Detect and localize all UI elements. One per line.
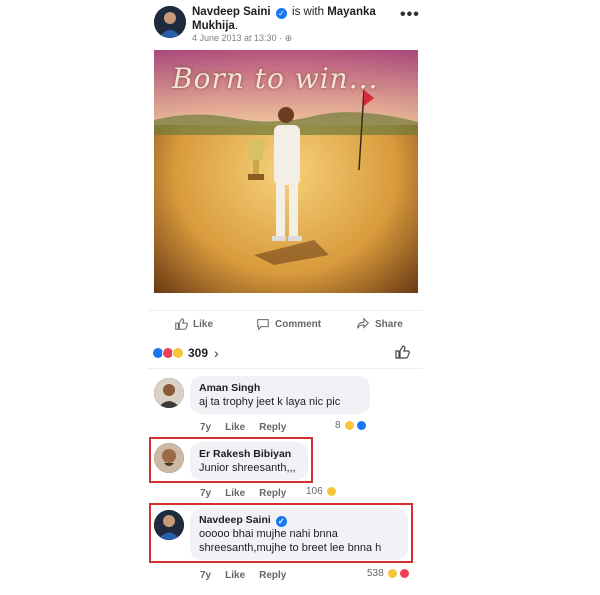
comment-like-button[interactable]: Like [225, 488, 245, 499]
comment-author[interactable]: Navdeep Saini [199, 514, 271, 526]
comment-label: Comment [275, 318, 322, 330]
like-label: Like [193, 318, 214, 330]
like-reaction-icon [355, 420, 367, 431]
comment-age: 7y [200, 422, 212, 433]
more-options-button[interactable]: ••• [400, 6, 420, 24]
comment-actions: 7y Like Reply [200, 488, 286, 499]
comment-reply-button[interactable]: Reply [259, 488, 286, 499]
comment-actions: 7y Like Reply [200, 422, 286, 433]
thumbs-up-icon [175, 318, 188, 330]
chevron-right-icon: › [214, 345, 219, 361]
reaction-count: 309 [188, 346, 209, 360]
tagged-period: . [234, 20, 239, 32]
timestamp-link[interactable]: 4 June 2013 at 13:30 · [192, 33, 282, 43]
comment-avatar[interactable] [154, 510, 184, 540]
comment-author[interactable]: Aman Singh [199, 381, 361, 395]
haha-reaction-icon [325, 486, 337, 497]
globe-icon: ⊕ [284, 33, 293, 43]
comment-like-button[interactable]: Like [225, 570, 245, 581]
comment-avatar[interactable] [154, 443, 184, 473]
haha-reaction-icon [386, 568, 398, 579]
comment-bubble: Aman Singh aj ta trophy jeet k laya nic … [190, 376, 370, 414]
comment-icon [257, 319, 269, 331]
comment-avatar[interactable] [154, 378, 184, 408]
haha-reaction-icon [343, 420, 355, 431]
with-label: is with [292, 6, 324, 18]
post-photo[interactable]: Born to win... [154, 50, 418, 293]
comment-reactions[interactable]: 538 [367, 568, 410, 579]
comment-author-row: Navdeep Saini ✓ [199, 513, 399, 527]
comment-button[interactable]: Comment [256, 317, 321, 331]
reactions-summary[interactable]: 309 › [152, 344, 219, 362]
post-panel: Navdeep Saini ✓ is with Mayanka Mukhija.… [148, 0, 423, 595]
comment-reactions[interactable]: 106 [306, 486, 337, 497]
comment-age: 7y [200, 570, 212, 581]
like-outline-icon[interactable] [394, 344, 410, 360]
author-avatar[interactable] [154, 6, 186, 38]
share-button[interactable]: Share [356, 317, 403, 331]
comment-text: Junior shreesanth,,, [199, 462, 296, 474]
share-icon [357, 317, 369, 329]
photo-caption: Born to win... [172, 62, 379, 95]
comment-actions: 7y Like Reply [200, 570, 286, 581]
comment-bubble: Er Rakesh Bibiyan Junior shreesanth,,, [190, 442, 308, 480]
verified-badge-icon: ✓ [275, 8, 287, 19]
verified-badge-icon: ✓ [275, 516, 287, 527]
comment-author[interactable]: Er Rakesh Bibiyan [199, 447, 299, 461]
author-name[interactable]: Navdeep Saini [192, 6, 271, 18]
post-header: Navdeep Saini ✓ is with Mayanka Mukhija. [192, 5, 392, 33]
like-button[interactable]: Like [174, 317, 213, 331]
post-timestamp: 4 June 2013 at 13:30 · ⊕ [192, 33, 292, 44]
comment-react-count: 538 [367, 568, 384, 579]
comment-reactions[interactable]: 8 [335, 420, 367, 431]
comment-react-count: 8 [335, 420, 341, 431]
comment-text: aj ta trophy jeet k laya nic pic [199, 396, 341, 408]
comment-bubble: Navdeep Saini ✓ ooooo bhai mujhe nahi bn… [190, 508, 408, 560]
comment-text: ooooo bhai mujhe nahi bnna shreesanth,mu… [199, 528, 382, 554]
comment-react-count: 106 [306, 486, 323, 497]
haha-reaction-icon [172, 347, 184, 359]
comment-like-button[interactable]: Like [225, 422, 245, 433]
comment-reply-button[interactable]: Reply [259, 422, 286, 433]
comment-reply-button[interactable]: Reply [259, 570, 286, 581]
love-reaction-icon [398, 568, 410, 579]
divider [148, 368, 423, 369]
share-label: Share [375, 318, 403, 330]
post-actions: Like Comment Share [148, 310, 423, 336]
comment-age: 7y [200, 488, 212, 499]
